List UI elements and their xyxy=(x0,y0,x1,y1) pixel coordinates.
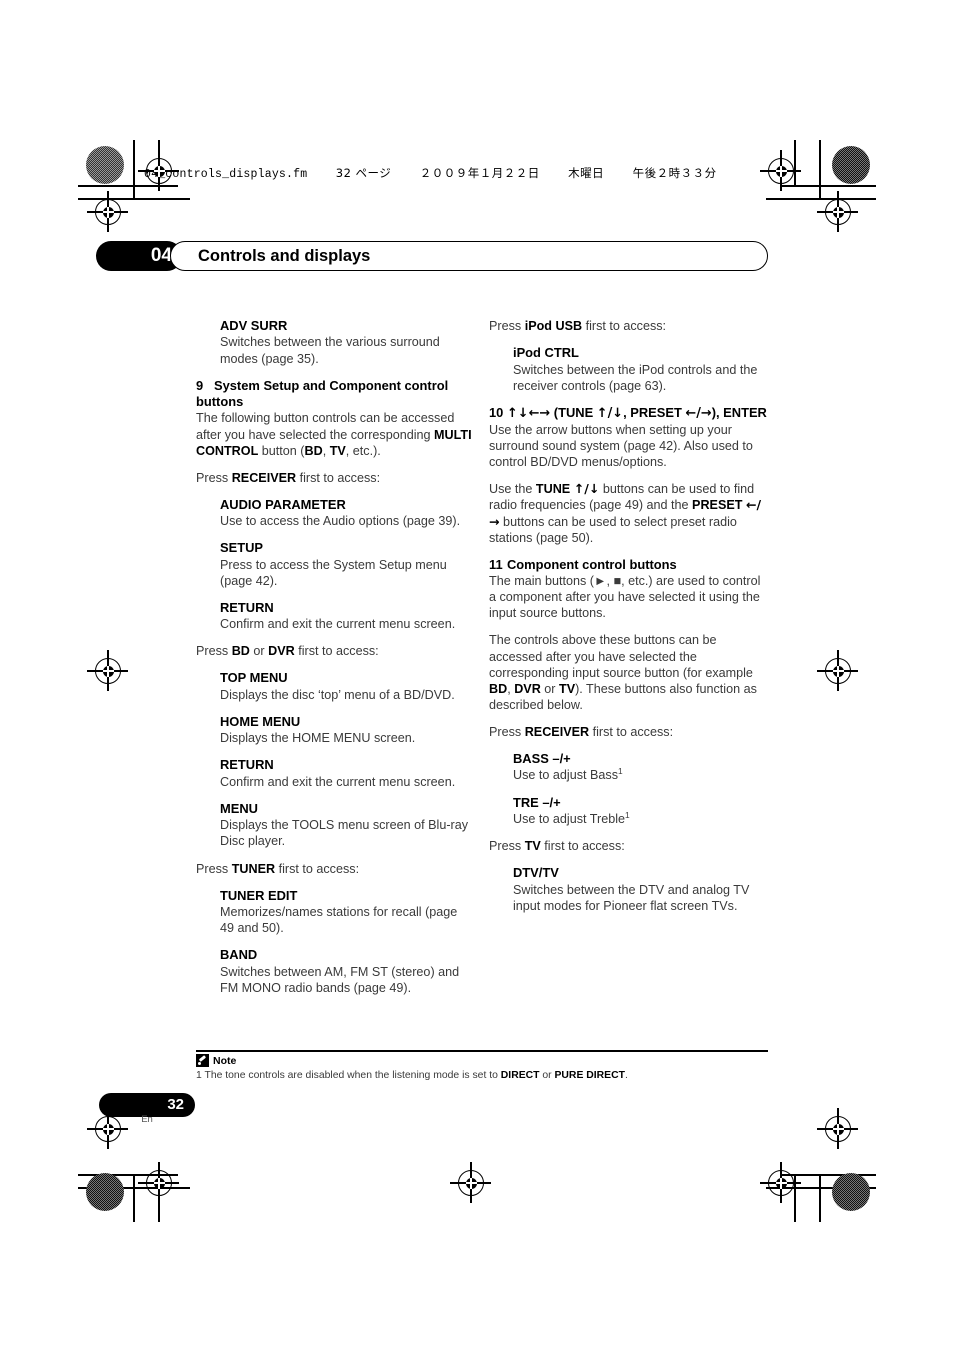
right-column-subheading: iPod CTRL xyxy=(513,345,579,361)
registration-mark-bottom-center xyxy=(450,1162,491,1203)
left-column-subheading: RETURN xyxy=(220,757,274,773)
right-column-paragraph: Press iPod USB first to access: xyxy=(489,319,667,333)
left-column-paragraph: The following button controls can be acc… xyxy=(196,411,472,458)
right-text-column: Press iPod USB first to access: iPod CTRL… xyxy=(489,318,767,914)
footnote-divider xyxy=(196,1050,768,1053)
registration-mark-bottom-right xyxy=(817,1108,858,1149)
footnote-label: Note xyxy=(213,1054,237,1067)
right-column-description: Switches between the DTV and analog TV i… xyxy=(513,882,750,913)
right-column-paragraph: Use the TUNE ↑/↓ buttons can be used to … xyxy=(489,481,762,545)
registration-mark-top-right xyxy=(760,150,801,191)
footnote-heading: Note xyxy=(196,1054,236,1067)
right-column-paragraph: Use the arrow buttons when setting up yo… xyxy=(489,423,753,470)
note-pencil-icon xyxy=(196,1054,209,1067)
halftone-patch-bottom-right xyxy=(832,1173,870,1211)
right-column-numbered-heading: 10 ↑↓←→ (TUNE ↑/↓, PRESET ←/→), ENTER xyxy=(489,405,767,422)
left-column-subheading: AUDIO PARAMETER xyxy=(220,496,346,512)
left-column-subheading: TUNER EDIT xyxy=(220,887,298,903)
left-column-paragraph: Press BD or DVR first to access: xyxy=(196,644,379,659)
left-text-column: ADV SURR Switches between the various sur… xyxy=(196,318,474,996)
right-column-description: Switches between the iPod controls and t… xyxy=(513,362,758,393)
left-column-description: Memorizes/names stations for recall (pag… xyxy=(220,905,458,936)
registration-mark-bottom-left-inner xyxy=(138,1162,179,1203)
right-column-paragraph: Press TV first to access: xyxy=(489,839,625,853)
print-date: ２００９年１月２２日 xyxy=(419,166,540,180)
registration-mark-mid-right xyxy=(817,650,858,691)
print-file-name: 04_controls_displays.fm xyxy=(144,168,308,181)
halftone-patch-bottom-left xyxy=(86,1173,124,1211)
right-column-paragraph: Press RECEIVER first to access: xyxy=(489,724,674,739)
left-column-subheading: HOME MENU xyxy=(220,713,301,729)
crop-mark-top-right-v2 xyxy=(819,140,821,199)
left-column-description: Displays the disc ‘top’ menu of a BD/DVD… xyxy=(220,687,455,702)
left-column-description: Switches between the various surround mo… xyxy=(220,335,440,366)
crop-mark-bottom-right-v2 xyxy=(819,1176,821,1222)
left-column-subheading: SETUP xyxy=(220,540,263,556)
left-column-description: Displays the HOME MENU screen. xyxy=(220,731,416,746)
crop-mark-top-right-v1 xyxy=(794,140,796,186)
chapter-header: 04 Controls and displays xyxy=(96,241,768,271)
left-column-description: Switches between AM, FM ST (stereo) and … xyxy=(220,964,460,995)
left-column-description: Press to access the System Setup menu (p… xyxy=(220,557,447,588)
left-column-subheading: ADV SURR xyxy=(220,318,288,333)
left-column-paragraph: Press RECEIVER first to access: xyxy=(196,470,381,485)
right-column-description: Use to adjust Bass1 xyxy=(513,766,623,783)
registration-mark-mid-left xyxy=(87,650,128,691)
left-column-subheading: RETURN xyxy=(220,599,274,615)
heading-text: Component control buttons xyxy=(507,556,677,572)
registration-mark-bottom-right-inner xyxy=(760,1162,801,1203)
right-column-paragraph: The main buttons (►, ■, etc.) are used t… xyxy=(489,574,761,621)
crop-mark-bottom-left-v2 xyxy=(133,1176,135,1222)
crop-mark-top-left-v2 xyxy=(133,140,135,199)
page-title: Controls and displays xyxy=(170,241,768,271)
registration-mark-top-right-lower xyxy=(817,191,858,232)
left-column-paragraph: Press TUNER first to access: xyxy=(196,861,360,876)
heading-number: 10 xyxy=(489,404,504,420)
left-column-subheading: BAND xyxy=(220,947,258,963)
registration-mark-top-left-lower xyxy=(87,191,128,232)
crop-mark-top-right-h2 xyxy=(766,198,876,200)
left-column-subheading: MENU xyxy=(220,800,258,816)
print-weekday: 木曜日 xyxy=(568,166,605,180)
left-column-description: Displays the TOOLS menu screen of Blu-ra… xyxy=(220,818,469,849)
print-file-info-strip: 04_controls_displays.fm 32 ページ ２００９年１月２２… xyxy=(144,165,717,181)
left-column-description: Confirm and exit the current menu screen… xyxy=(220,774,456,789)
heading-text: ↑↓←→ (TUNE ↑/↓, PRESET ←/→), ENTER xyxy=(507,404,767,421)
footnote-text: 1 The tone controls are disabled when th… xyxy=(196,1070,628,1081)
left-column-description: Use to access the Audio options (page 39… xyxy=(220,514,461,529)
right-column-subheading: TRE –/+ xyxy=(513,794,561,810)
right-column-subheading: BASS –/+ xyxy=(513,751,571,766)
heading-text: System Setup and Component control butto… xyxy=(196,377,449,409)
print-time: 午後２時３３分 xyxy=(632,166,717,180)
crop-mark-top-left-h1 xyxy=(78,185,178,187)
page-language-label: En xyxy=(141,1114,153,1125)
right-column-description: Use to adjust Treble1 xyxy=(513,809,630,826)
left-column-subheading: TOP MENU xyxy=(220,670,288,686)
halftone-patch-top-left xyxy=(86,146,124,184)
print-page-marker: 32 ページ xyxy=(335,166,392,180)
right-column-subheading: DTV/TV xyxy=(513,865,559,881)
halftone-patch-top-right xyxy=(832,146,870,184)
left-column-numbered-heading: 9 System Setup and Component control butt… xyxy=(196,378,474,411)
right-column-numbered-heading: 11 Component control buttons xyxy=(489,557,767,573)
right-column-paragraph: The controls above these buttons can be … xyxy=(489,633,757,712)
heading-number: 9 xyxy=(196,377,204,393)
left-column-description: Confirm and exit the current menu screen… xyxy=(220,617,456,632)
heading-number: 11 xyxy=(489,556,503,572)
